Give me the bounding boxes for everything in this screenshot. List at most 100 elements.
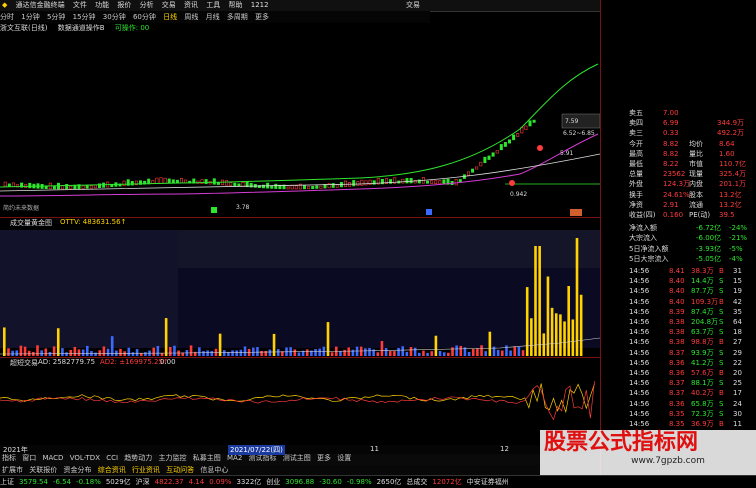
overlay-band-left <box>0 230 178 348</box>
period-tab-30m[interactable]: 30分钟 <box>103 11 126 23</box>
tick-price: 8.39 <box>669 307 685 316</box>
tab-industry[interactable]: 行业资讯 <box>132 466 160 474</box>
tick-count: 11 <box>733 420 742 428</box>
tab-info-center[interactable]: 信息中心 <box>200 466 228 474</box>
menu-item-trade[interactable]: 交易 <box>162 0 176 11</box>
period-tab-week[interactable]: 周线 <box>184 11 198 23</box>
volume-bar <box>44 348 48 356</box>
tick-flag: S <box>719 358 724 367</box>
tab-qa[interactable]: 互动问答 <box>166 466 194 474</box>
kline-candles <box>3 119 536 190</box>
flow-value: -3.93亿 <box>696 244 722 253</box>
indicator-title: 超短交易 <box>10 359 38 367</box>
period-tab-month[interactable]: 月线 <box>206 11 220 23</box>
tab-news[interactable]: 综合资讯 <box>98 466 126 474</box>
tick-time: 14:56 <box>629 307 650 316</box>
tab-related[interactable]: 关联报价 <box>29 466 57 474</box>
tab-fund-dist[interactable]: 资金分布 <box>63 466 91 474</box>
quote-row: 今开 8.82 均价 8.64 <box>601 139 756 149</box>
menu-item-file[interactable]: 文件 <box>73 0 87 11</box>
volume-bar <box>513 346 517 356</box>
volume-panel[interactable]: 成交量黄金图 OTTV: 483631.56↑ 17013 3500030000… <box>0 217 629 358</box>
stock-info-bar: 浙文互联(日线) 数据通道操作B 可操作: 00 <box>0 23 600 34</box>
tab-ext-market[interactable]: 扩展市 <box>2 466 23 474</box>
login-button[interactable]: 交易 <box>406 0 420 11</box>
period-tab-intraday[interactable]: 分时 <box>0 11 14 23</box>
quote-row: 卖四 6.99 344.9万 <box>601 118 756 128</box>
volume-bar <box>156 346 160 356</box>
tick-price: 8.40 <box>669 277 685 286</box>
tick-volume: 63.7万 <box>691 328 714 337</box>
volume-bar <box>538 246 541 356</box>
candle <box>479 161 483 167</box>
period-tab-1m[interactable]: 1分钟 <box>21 11 39 23</box>
volume-bar <box>106 348 110 356</box>
index-name[interactable]: 沪深 <box>136 478 150 486</box>
tab-trend[interactable]: 趋势动力 <box>124 454 152 463</box>
period-tab-5m[interactable]: 5分钟 <box>47 11 65 23</box>
flow-pct: -4% <box>729 254 743 263</box>
tab-test-main[interactable]: 测试主图 <box>283 454 311 463</box>
index-name[interactable]: 总成交 <box>406 478 427 486</box>
tick-row: 14:56 8.37 88.1万 S 25 <box>601 378 756 388</box>
indicator-panel[interactable]: 超短交易 AD: 2582779.75 AD2: ±169975.25↑ 0.0… <box>0 357 629 446</box>
ad-value: AD: 2582779.75 <box>38 358 96 366</box>
index-name[interactable]: 上证 <box>0 478 14 486</box>
tick-row: 14:56 8.40 87.7万 S 19 <box>601 286 756 296</box>
volume-bar <box>326 322 330 356</box>
period-tab-15m[interactable]: 15分钟 <box>73 11 96 23</box>
tab-macd[interactable]: MACD <box>42 454 63 463</box>
volume-bar <box>110 336 114 356</box>
tick-time: 14:56 <box>629 399 650 408</box>
period-tab-day[interactable]: 日线 <box>163 11 177 23</box>
quote-label: 今开 <box>629 139 643 148</box>
menu-item-help[interactable]: 帮助 <box>229 0 243 11</box>
tick-volume: 14.4万 <box>691 277 714 286</box>
volume-bar <box>52 346 56 356</box>
tab-window[interactable]: 窗口 <box>22 454 36 463</box>
period-tab-more[interactable]: 更多 <box>255 11 269 23</box>
quote-value: 0.160 <box>663 211 684 219</box>
volume-bar <box>376 352 380 356</box>
quote-label-2: 流通 <box>689 200 703 209</box>
volume-bar <box>571 319 575 356</box>
tab-private[interactable]: 私募主图 <box>193 454 221 463</box>
volume-bar <box>579 294 583 356</box>
tick-time: 14:56 <box>629 267 650 275</box>
volume-bar <box>488 331 492 356</box>
tab-settings[interactable]: 设置 <box>337 454 351 463</box>
candle <box>335 184 339 188</box>
tab-vol-tdx[interactable]: VOL-TDX <box>70 454 100 463</box>
period-tab-60m[interactable]: 60分钟 <box>133 11 156 23</box>
menu-item-tools[interactable]: 工具 <box>206 0 220 11</box>
stock-name: 浙文互联(日线) <box>0 24 48 32</box>
menu-item-quote[interactable]: 报价 <box>117 0 131 11</box>
account-id: 1212 <box>250 1 269 9</box>
tick-count: 15 <box>733 277 742 286</box>
volume-bar <box>61 348 64 356</box>
volume-bar <box>434 335 438 356</box>
volume-bar <box>193 351 197 356</box>
tick-price: 8.35 <box>669 420 685 428</box>
tick-volume: 72.3万 <box>691 409 714 418</box>
menu-item-function[interactable]: 功能 <box>95 0 109 11</box>
tab-more[interactable]: 更多 <box>317 454 331 463</box>
quote-value: 2.91 <box>663 200 679 209</box>
candle <box>229 182 233 186</box>
tab-cci[interactable]: CCI <box>106 454 118 463</box>
tick-time: 14:56 <box>629 379 650 388</box>
menu-item-analysis[interactable]: 分析 <box>140 0 154 11</box>
kline-chart[interactable]: 7.59 6.52~6.85 5.91 0.942 3.78 简约未来数据 <box>0 34 600 217</box>
date-cursor: 2021/07/22(四) <box>228 445 285 455</box>
tab-ma2[interactable]: MA2 <box>227 454 242 463</box>
candle <box>167 178 171 184</box>
volume-bar <box>11 350 14 356</box>
candle <box>3 181 7 187</box>
menu-item-news[interactable]: 资讯 <box>184 0 198 11</box>
tab-indicator[interactable]: 指标 <box>2 454 16 463</box>
tab-main-monitor[interactable]: 主力监控 <box>159 454 187 463</box>
index-name[interactable]: 创业 <box>266 478 280 486</box>
volume-bar <box>368 347 371 356</box>
tab-test-indicator[interactable]: 测试指标 <box>249 454 277 463</box>
period-tab-multi[interactable]: 多周期 <box>227 11 248 23</box>
